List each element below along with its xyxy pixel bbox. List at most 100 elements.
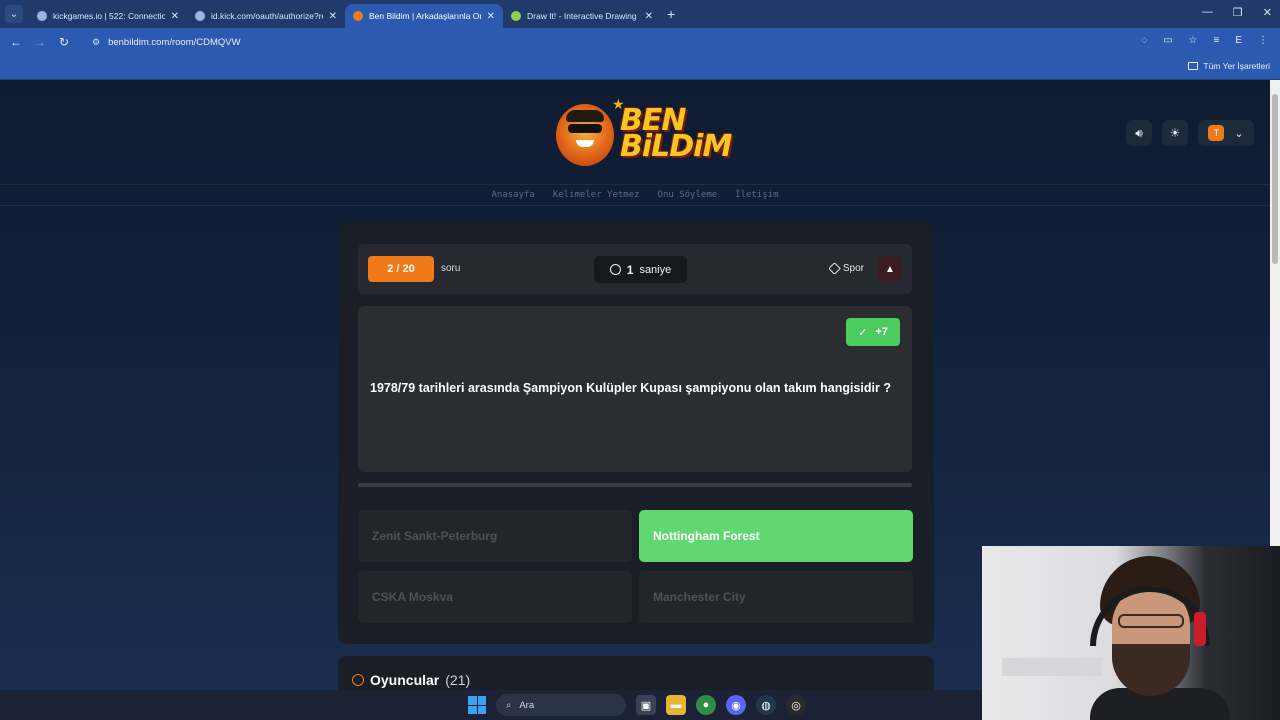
discord-icon[interactable]: ◉ — [726, 695, 746, 715]
players-panel: Oyuncular (21) — [338, 656, 934, 690]
timer-unit: saniye — [639, 263, 672, 276]
task-view-icon[interactable]: ▣ — [636, 695, 656, 715]
site-favicon-icon — [353, 11, 363, 21]
tab-title: Draw It! - Interactive Drawing G — [527, 11, 639, 21]
report-button[interactable]: ▲ — [878, 257, 902, 281]
tag-icon — [828, 262, 841, 275]
timer: 1 saniye — [594, 256, 687, 283]
nav-link-home[interactable]: Anasayfa — [491, 190, 534, 200]
restore-icon[interactable]: ❐ — [1233, 6, 1243, 19]
all-bookmarks-button[interactable]: Tüm Yer İşaretleri — [1188, 61, 1270, 71]
webcam-overlay — [982, 546, 1280, 720]
star-icon[interactable]: ☆ — [1189, 35, 1198, 46]
question-text: 1978/79 tarihleri arasında Şampiyon Kulü… — [370, 381, 891, 395]
url-text: benbildim.com/room/CDMQVW — [108, 36, 241, 48]
address-bar-row: ← → ↻ ⚙ benbildim.com/room/CDMQVW ◌ ▭ ☆ … — [0, 28, 1280, 56]
tab-title: Ben Bildim | Arkadaşlarınla Onl — [369, 11, 481, 21]
tab-title: id.kick.com/oauth/authorize?re — [211, 11, 323, 21]
answer-option[interactable]: CSKA Moskva — [358, 571, 632, 623]
minimize-icon[interactable]: — — [1202, 6, 1213, 19]
browser-tab-active[interactable]: Ben Bildim | Arkadaşlarınla Onl ✕ — [345, 4, 503, 28]
windows-taskbar: ⌕ Ara ▣ ▬ ● ◉ ◍ ◎ — [0, 690, 982, 720]
timer-value: 1 — [626, 262, 634, 277]
site-info-icon[interactable]: ⚙ — [92, 37, 100, 48]
logo-text: BEN BiLDiM — [620, 103, 732, 164]
answer-option-correct[interactable]: Nottingham Forest — [639, 510, 913, 562]
speaker-icon: 🔊︎ — [1135, 125, 1143, 140]
bookmarks-bar: Tüm Yer İşaretleri — [0, 56, 1280, 80]
avatar: T — [1208, 125, 1225, 141]
taskbar-search[interactable]: ⌕ Ara — [496, 694, 626, 716]
menu-icon[interactable]: ⋮ — [1258, 35, 1268, 46]
mascot-image — [556, 104, 614, 166]
folder-icon — [1188, 62, 1199, 70]
globe-icon — [37, 11, 47, 21]
question-box: ✓ +7 1978/79 tarihleri arasında Şampiyon… — [358, 306, 912, 472]
close-icon[interactable]: ✕ — [487, 11, 495, 22]
tab-search-button[interactable]: ⌄ — [5, 5, 23, 23]
user-menu-button[interactable]: T ⌄ — [1198, 120, 1254, 146]
answer-option[interactable]: Zenit Sankt-Peterburg — [358, 510, 632, 562]
close-icon[interactable]: ✕ — [171, 11, 179, 22]
file-explorer-icon[interactable]: ▬ — [666, 695, 686, 715]
close-icon[interactable]: ✕ — [645, 11, 653, 22]
sun-icon: ☀ — [1169, 126, 1181, 140]
question-counter-badge: 2 / 20 — [368, 256, 434, 282]
points-badge: ✓ +7 — [846, 318, 900, 346]
chrome-icon[interactable]: ● — [696, 695, 716, 715]
forward-icon[interactable]: → — [28, 35, 52, 49]
header-controls: 🔊︎ ☀ T ⌄ — [1126, 120, 1254, 146]
players-heading: Oyuncular (21) — [352, 672, 470, 688]
game-status-bar: 2 / 20 soru 1 saniye Spor ▲ — [358, 244, 912, 294]
nav-link-contact[interactable]: İletişim — [735, 190, 778, 200]
users-icon — [352, 674, 364, 686]
reload-icon[interactable]: ↻ — [52, 35, 76, 49]
players-title: Oyuncular — [370, 672, 440, 688]
browser-tab-bar: ⌄ kickgames.io | 522: Connection ✕ id.ki… — [0, 0, 1280, 28]
check-icon: ✓ — [858, 326, 868, 339]
reading-list-icon[interactable]: ≡ — [1213, 35, 1219, 46]
question-suffix: soru — [441, 263, 461, 274]
browser-tab[interactable]: id.kick.com/oauth/authorize?re ✕ — [187, 4, 345, 28]
scrollbar-thumb[interactable] — [1272, 94, 1278, 264]
search-icon: ⌕ — [506, 699, 512, 711]
close-icon[interactable]: ✕ — [329, 11, 337, 22]
nav-link-words[interactable]: Kelimeler Yetmez — [553, 190, 640, 200]
points-value: +7 — [875, 326, 888, 338]
clock-icon — [609, 264, 621, 275]
globe-icon — [195, 11, 205, 21]
site-nav: Anasayfa Kelimeler Yetmez Onu Söyleme İl… — [0, 184, 1270, 206]
streamer-image — [1090, 556, 1230, 720]
browser-tab[interactable]: kickgames.io | 522: Connection ✕ — [29, 4, 187, 28]
time-progress-bar — [358, 483, 912, 487]
warning-icon: ▲ — [885, 263, 895, 275]
close-window-icon[interactable]: ✕ — [1263, 6, 1272, 19]
taskbar-search-label: Ara — [519, 699, 535, 711]
tab-title: kickgames.io | 522: Connection — [53, 11, 165, 21]
game-card: 2 / 20 soru 1 saniye Spor ▲ ✓ +7 1978/79… — [338, 222, 934, 644]
taskbar-apps: ⌕ Ara ▣ ▬ ● ◉ ◍ ◎ — [468, 694, 806, 716]
back-icon[interactable]: ← — [4, 35, 28, 49]
url-field[interactable]: ⚙ benbildim.com/room/CDMQVW — [86, 31, 1166, 53]
answer-option[interactable]: Manchester City — [639, 571, 913, 623]
site-favicon-icon — [511, 11, 521, 21]
category-label: Spor — [828, 262, 864, 275]
category-text: Spor — [842, 263, 864, 274]
windows-start-icon[interactable] — [468, 696, 486, 714]
site-logo[interactable]: ★ BEN BiLDiM — [548, 90, 732, 180]
new-tab-icon[interactable]: + — [667, 6, 675, 22]
theme-toggle-button[interactable]: ☀ — [1162, 120, 1188, 146]
players-count: (21) — [445, 672, 471, 688]
address-bar-icons: ◌ ▭ ☆ ≡ E ⋮ — [1141, 35, 1268, 46]
browser-tab[interactable]: Draw It! - Interactive Drawing G ✕ — [503, 4, 661, 28]
window-controls: — ❐ ✕ — [1202, 6, 1272, 19]
profile-icon[interactable]: E — [1235, 35, 1242, 46]
nav-link-taboo[interactable]: Onu Söyleme — [658, 190, 718, 200]
all-bookmarks-label: Tüm Yer İşaretleri — [1203, 61, 1270, 71]
eye-off-icon[interactable]: ◌ — [1141, 35, 1147, 46]
sound-button[interactable]: 🔊︎ — [1126, 120, 1152, 146]
cast-icon[interactable]: ▭ — [1163, 35, 1172, 46]
steam-icon[interactable]: ◍ — [756, 695, 776, 715]
chevron-down-icon: ⌄ — [1234, 127, 1244, 140]
obs-icon[interactable]: ◎ — [786, 695, 806, 715]
